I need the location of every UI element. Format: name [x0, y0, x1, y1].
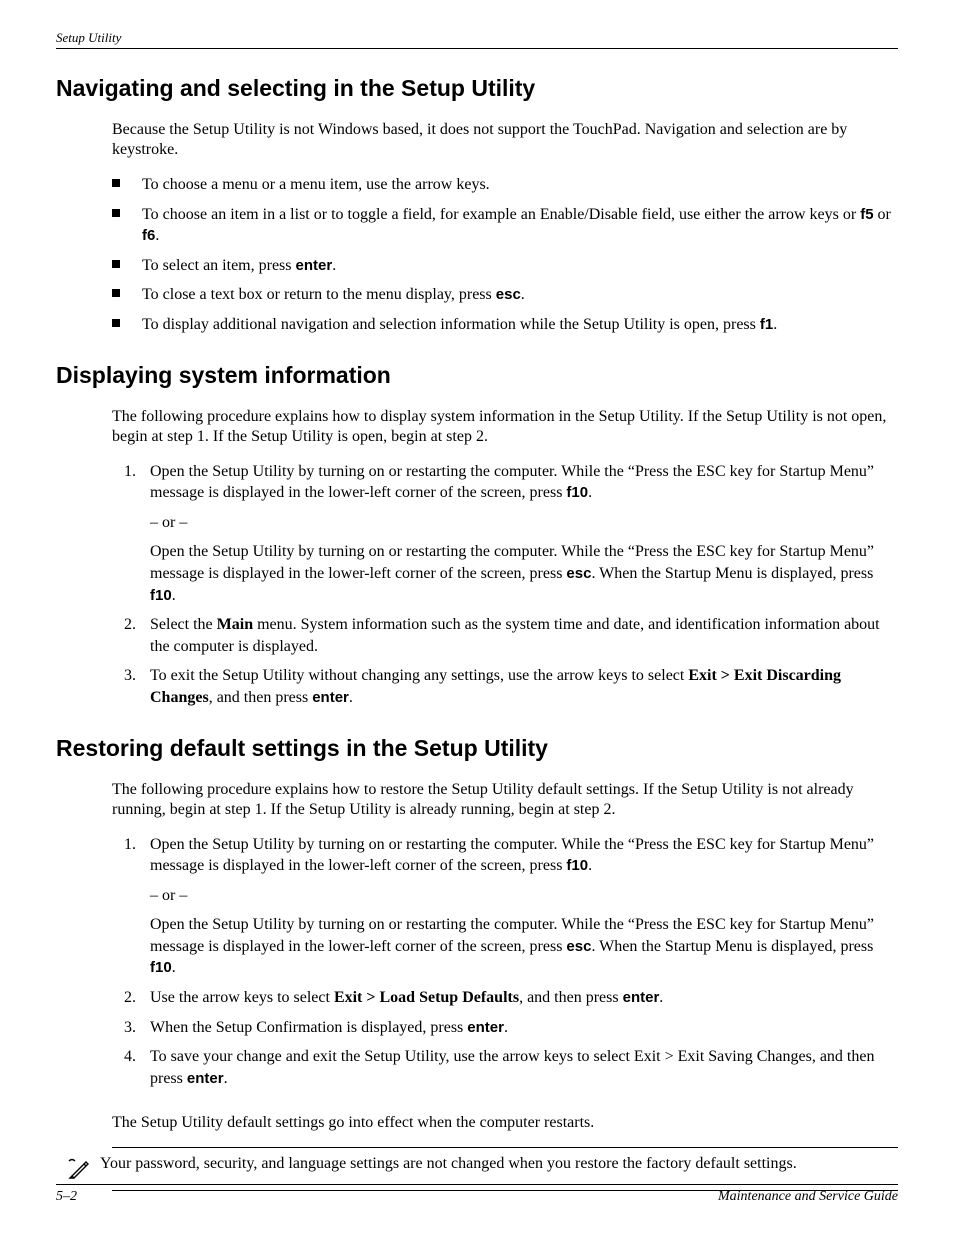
or-divider: – or –: [150, 885, 898, 907]
restore-step-4: To save your change and exit the Setup U…: [128, 1046, 898, 1089]
sys-intro: The following procedure explains how to …: [112, 407, 898, 447]
footer-guide-name: Maintenance and Service Guide: [718, 1189, 898, 1205]
nav-intro: Because the Setup Utility is not Windows…: [112, 120, 898, 160]
note-text: Your password, security, and language se…: [100, 1152, 898, 1175]
heading-system-info: Displaying system information: [56, 362, 898, 389]
sys-step-2: Select the Main menu. System information…: [128, 614, 898, 657]
nav-bullet-list: To choose a menu or a menu item, use the…: [112, 174, 898, 336]
sys-step-1: Open the Setup Utility by turning on or …: [128, 461, 898, 607]
restore-step-3: When the Setup Confirmation is displayed…: [128, 1017, 898, 1039]
sys-ordered-list: Open the Setup Utility by turning on or …: [128, 461, 898, 709]
note-pencil-icon: [66, 1152, 100, 1182]
restore-ordered-list: Open the Setup Utility by turning on or …: [128, 834, 898, 1090]
running-header: Setup Utility: [56, 30, 898, 46]
sys-step-3: To exit the Setup Utility without changi…: [128, 665, 898, 708]
heading-navigating: Navigating and selecting in the Setup Ut…: [56, 75, 898, 102]
footer-page-number: 5–2: [56, 1189, 77, 1205]
header-rule: [56, 48, 898, 49]
nav-bullet-5: To display additional navigation and sel…: [112, 314, 898, 336]
restore-step-2: Use the arrow keys to select Exit > Load…: [128, 987, 898, 1009]
nav-bullet-2: To choose an item in a list or to toggle…: [112, 204, 898, 247]
restore-conclusion: The Setup Utility default settings go in…: [112, 1113, 898, 1133]
nav-bullet-1: To choose a menu or a menu item, use the…: [112, 174, 898, 196]
page-footer: 5–2 Maintenance and Service Guide: [56, 1184, 898, 1205]
or-divider: – or –: [150, 512, 898, 534]
heading-restore: Restoring default settings in the Setup …: [56, 735, 898, 762]
restore-step-1: Open the Setup Utility by turning on or …: [128, 834, 898, 980]
nav-bullet-4: To close a text box or return to the men…: [112, 284, 898, 306]
restore-intro: The following procedure explains how to …: [112, 780, 898, 820]
nav-bullet-3: To select an item, press enter.: [112, 255, 898, 277]
